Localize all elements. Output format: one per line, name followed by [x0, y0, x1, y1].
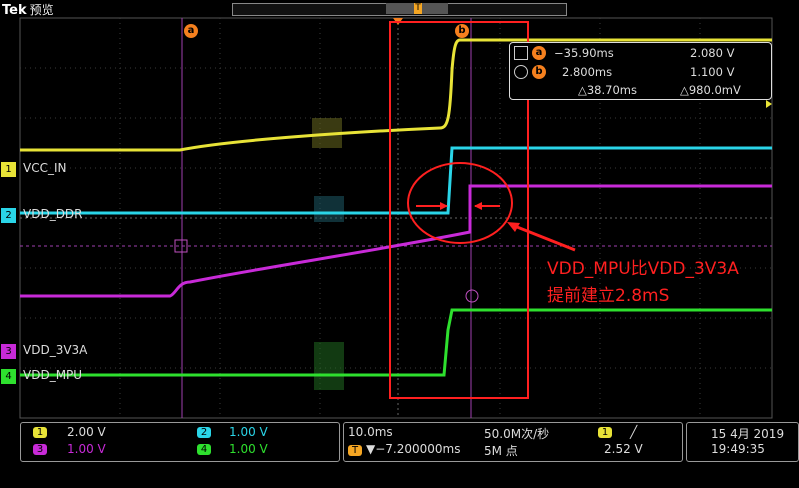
trigger-source-badge: 1: [598, 427, 612, 438]
date-display: 15 4月 2019: [711, 427, 785, 441]
record-length: 5M 点: [484, 444, 518, 458]
ch1-badge: 1: [33, 427, 47, 438]
trigger-slope-icon: ╱: [630, 425, 638, 439]
cursor-delta-time: △38.70ms: [578, 83, 637, 97]
channel-3-marker[interactable]: 3: [1, 344, 16, 359]
ch2-scale: 1.00 V: [229, 425, 268, 439]
ch2-badge: 2: [197, 427, 211, 438]
status-bar: 1 2.00 V 2 1.00 V 3 1.00 V 4 1.00 V 10.0…: [0, 419, 799, 488]
cursor-a-badge: a: [532, 46, 546, 60]
cursor-b-handle: [465, 289, 479, 303]
noise-bursts: [312, 118, 344, 390]
channel-4-label: VDD_MPU: [23, 368, 83, 382]
vdd-ddr-trace: [20, 146, 772, 215]
annotation-line-2: 提前建立2.8mS: [547, 286, 670, 306]
annotation-line-1: VDD_MPU比VDD_3V3A: [547, 259, 739, 279]
annotation-text: VDD_MPU比VDD_3V3A 提前建立2.8mS: [547, 256, 739, 310]
oscilloscope-screen: Tek 预览 T a b a −35.90ms 2.080 V b 2.800m…: [0, 0, 799, 488]
cursor-readout-panel: a −35.90ms 2.080 V b 2.800ms 1.100 V △38…: [509, 42, 772, 100]
channel-3-label: VDD_3V3A: [23, 343, 88, 357]
channel-1-marker[interactable]: 1: [1, 162, 16, 177]
horizontal-scale: 10.0ms: [348, 425, 393, 439]
trigger-t-icon: T: [348, 445, 362, 456]
cursor-b-circle-icon: [514, 65, 528, 79]
ch1-scale: 2.00 V: [67, 425, 106, 439]
vdd-mpu-trace: [20, 308, 772, 377]
time-display: 19:49:35: [711, 442, 765, 456]
trigger-level: 2.52 V: [604, 442, 643, 456]
cursor-delta-value: △980.0mV: [680, 83, 741, 97]
vertical-settings-box[interactable]: 1 2.00 V 2 1.00 V 3 1.00 V 4 1.00 V: [20, 422, 340, 462]
cursor-a-marker[interactable]: a: [184, 24, 198, 38]
ch4-badge: 4: [197, 444, 211, 455]
cursor-b-time: 2.800ms: [562, 65, 613, 79]
arrow-left-head-icon: [474, 202, 482, 210]
highlight-circle: [407, 162, 513, 244]
cursor-b-badge: b: [532, 65, 546, 79]
horizontal-settings-box[interactable]: 10.0ms 50.0M次/秒 T ▼−7.200000ms 5M 点 1 ╱ …: [343, 422, 683, 462]
ch3-scale: 1.00 V: [67, 442, 106, 456]
cursor-a-square-icon: [514, 46, 528, 60]
channel-2-marker[interactable]: 2: [1, 208, 16, 223]
cursor-a-time: −35.90ms: [554, 46, 614, 60]
trigger-level-icon: [766, 100, 772, 108]
horizontal-position: ▼−7.200000ms: [366, 442, 461, 456]
cursor-a-value: 2.080 V: [690, 46, 735, 60]
channel-4-marker[interactable]: 4: [1, 369, 16, 384]
sample-rate: 50.0M次/秒: [484, 427, 550, 441]
cursor-b-value: 1.100 V: [690, 65, 735, 79]
ch3-badge: 3: [33, 444, 47, 455]
datetime-box: 15 4月 2019 19:49:35: [686, 422, 799, 462]
channel-2-label: VDD_DDR: [23, 207, 83, 221]
cursor-b-marker[interactable]: b: [455, 24, 469, 38]
channel-1-label: VCC_IN: [23, 161, 67, 175]
highlight-rectangle: [389, 21, 529, 399]
ch4-scale: 1.00 V: [229, 442, 268, 456]
